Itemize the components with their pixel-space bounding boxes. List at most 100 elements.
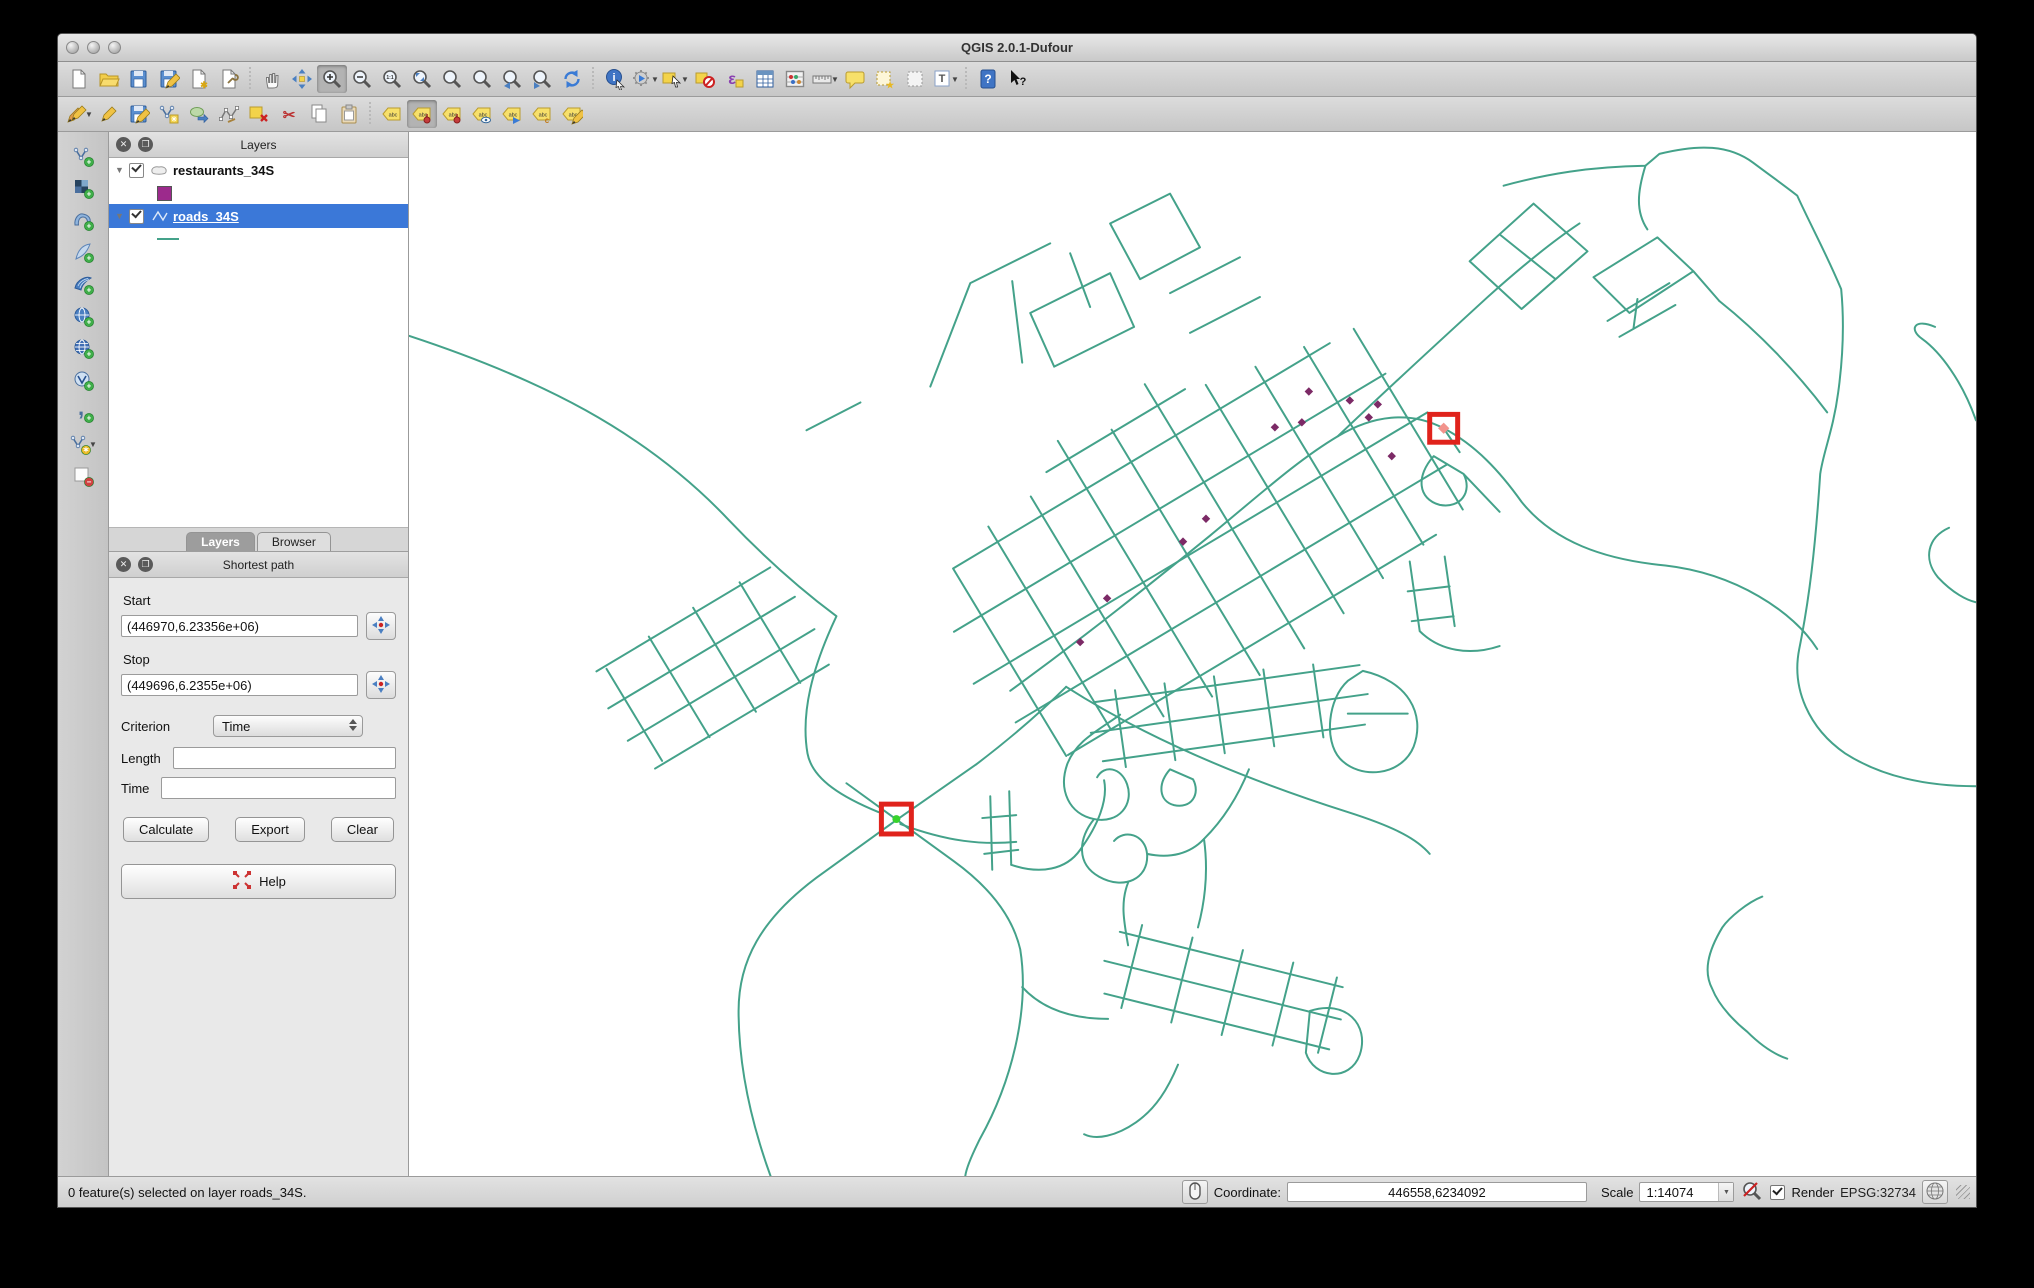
open-project-button[interactable] [94,65,124,93]
tab-browser[interactable]: Browser [257,532,331,551]
coordinate-input[interactable] [1287,1182,1587,1202]
close-window-button[interactable] [66,41,79,54]
whats-this-button[interactable]: ? [1003,65,1033,93]
layer-item-restaurants_34S[interactable]: ▼restaurants_34S [109,158,408,182]
delete-selected-button[interactable] [244,100,274,128]
text-annotation-button[interactable]: T▼ [930,65,960,93]
run-feature-action-button[interactable]: ▼ [630,65,660,93]
add-mssql-layer-button[interactable]: + [68,270,98,298]
cut-features-button[interactable]: ✂ [274,100,304,128]
identify-features-button[interactable]: i [600,65,630,93]
time-output[interactable] [161,777,396,799]
copy-features-button[interactable] [304,100,334,128]
scale-dropdown-icon[interactable]: ▼ [1718,1183,1733,1201]
shortest-path-close-icon[interactable]: ✕ [116,557,131,572]
label-show-hide-button[interactable]: abc [467,100,497,128]
export-button[interactable]: Export [235,817,305,842]
toggle-editing-button[interactable] [94,100,124,128]
coordinate-capture-button[interactable] [1182,1180,1208,1204]
add-vector-layer-button[interactable]: + [68,142,98,170]
zoom-native-button[interactable]: 1:1 [377,65,407,93]
help-button[interactable]: Help [121,864,396,899]
measure-line-button[interactable]: ▼ [810,65,840,93]
help-contents-button[interactable]: ? [973,65,1003,93]
map-canvas[interactable] [409,132,1976,1176]
stop-render-button[interactable] [1740,1181,1764,1203]
add-wfs-layer-button[interactable]: + [68,366,98,394]
render-checkbox[interactable] [1770,1185,1785,1200]
expand-triangle-icon[interactable]: ▼ [115,165,129,175]
zoom-window-button[interactable] [108,41,121,54]
zoom-out-button[interactable] [347,65,377,93]
add-delimited-text-layer-button[interactable]: ,+ [68,398,98,426]
expand-triangle-icon[interactable]: ▼ [115,211,129,221]
new-print-composer-button[interactable]: ✱ [184,65,214,93]
select-features-button[interactable]: ▼ [660,65,690,93]
label-properties-button[interactable]: abc [557,100,587,128]
svg-text:★: ★ [886,80,895,90]
label-settings-button[interactable]: abc [377,100,407,128]
capture-start-point-button[interactable] [366,612,396,640]
save-project-button[interactable] [124,65,154,93]
add-spatialite-layer-button[interactable]: + [68,238,98,266]
remove-layer-group-button[interactable]: − [68,462,98,490]
label-highlight-pinned-button[interactable]: abc [437,100,467,128]
deselect-features-button[interactable] [690,65,720,93]
stop-input[interactable] [121,674,358,696]
calculate-button[interactable]: Calculate [123,817,209,842]
paste-features-button[interactable] [334,100,364,128]
svg-text:✱: ✱ [200,80,208,90]
crs-status-button[interactable] [1922,1180,1948,1204]
new-bookmark-button[interactable]: ★ [870,65,900,93]
layer-tree[interactable]: ▼restaurants_34S ▼roads_34S [109,158,408,527]
save-project-as-button[interactable] [154,65,184,93]
add-postgis-layer-button[interactable]: + [68,206,98,234]
scale-combo[interactable]: 1:14074 ▼ [1639,1182,1734,1202]
show-bookmarks-button[interactable] [900,65,930,93]
zoom-full-button[interactable] [407,65,437,93]
shortest-path-float-icon[interactable]: ❐ [138,557,153,572]
zoom-to-layer-button[interactable] [467,65,497,93]
current-edits-button[interactable]: ▼ [64,100,94,128]
add-wcs-layer-button[interactable]: + [68,334,98,362]
add-wms-layer-button[interactable]: + [68,302,98,330]
zoom-in-button[interactable] [317,65,347,93]
layers-dock-close-icon[interactable]: ✕ [116,137,131,152]
layer-visibility-checkbox[interactable] [129,209,144,224]
pan-map-button[interactable] [257,65,287,93]
run-feature-action-icon [631,68,653,90]
length-output[interactable] [173,747,396,769]
add-raster-layer-button[interactable]: + [68,174,98,202]
new-project-button[interactable] [64,65,94,93]
map-tips-button[interactable] [840,65,870,93]
new-shapefile-layer-button[interactable]: ✶▼ [68,430,98,458]
label-pin-button[interactable]: abc [407,100,437,128]
pan-to-selection-button[interactable] [287,65,317,93]
title-bar[interactable]: QGIS 2.0.1-Dufour [58,34,1976,62]
minimize-window-button[interactable] [87,41,100,54]
layers-dock-float-icon[interactable]: ❐ [138,137,153,152]
capture-stop-point-button[interactable] [366,671,396,699]
field-calculator-button[interactable] [780,65,810,93]
toolbar-separator [589,67,598,91]
zoom-to-selection-button[interactable] [437,65,467,93]
layer-item-roads_34S[interactable]: ▼roads_34S [109,204,408,228]
select-by-expression-button[interactable]: ε [720,65,750,93]
criterion-select[interactable]: Time [213,715,363,737]
move-feature-button[interactable] [184,100,214,128]
label-move-button[interactable]: abc [497,100,527,128]
tab-layers[interactable]: Layers [186,532,255,551]
layer-visibility-checkbox[interactable] [129,163,144,178]
node-tool-button[interactable] [214,100,244,128]
open-attribute-table-button[interactable] [750,65,780,93]
refresh-map-button[interactable] [557,65,587,93]
composer-manager-button[interactable] [214,65,244,93]
label-rotate-button[interactable]: abcc [527,100,557,128]
save-layer-edits-button[interactable] [124,100,154,128]
start-input[interactable] [121,615,358,637]
clear-button[interactable]: Clear [331,817,394,842]
zoom-last-button[interactable] [497,65,527,93]
zoom-next-button[interactable] [527,65,557,93]
add-feature-button[interactable]: ✳ [154,100,184,128]
resize-grip[interactable] [1956,1185,1970,1199]
